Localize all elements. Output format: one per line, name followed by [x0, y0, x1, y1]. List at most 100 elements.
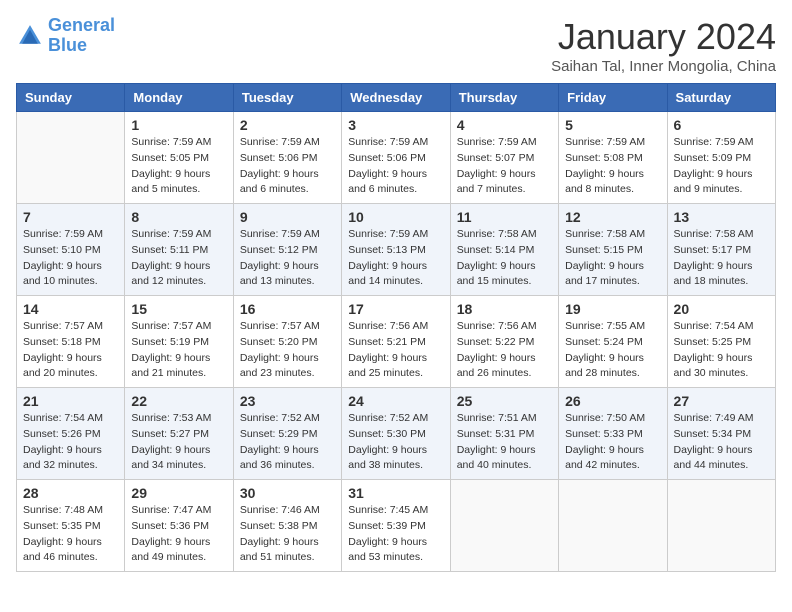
table-row: 15 Sunrise: 7:57 AMSunset: 5:19 PMDayligh… — [125, 296, 233, 388]
day-info: Sunrise: 7:59 AMSunset: 5:06 PMDaylight:… — [348, 135, 443, 198]
day-info: Sunrise: 7:59 AMSunset: 5:08 PMDaylight:… — [565, 135, 660, 198]
day-info: Sunrise: 7:45 AMSunset: 5:39 PMDaylight:… — [348, 503, 443, 566]
table-row: 21 Sunrise: 7:54 AMSunset: 5:26 PMDayligh… — [17, 388, 125, 480]
logo-icon — [16, 22, 44, 50]
table-row: 27 Sunrise: 7:49 AMSunset: 5:34 PMDayligh… — [667, 388, 775, 480]
calendar-week-4: 21 Sunrise: 7:54 AMSunset: 5:26 PMDayligh… — [17, 388, 776, 480]
day-number: 28 — [23, 485, 118, 501]
day-number: 24 — [348, 393, 443, 409]
day-info: Sunrise: 7:59 AMSunset: 5:13 PMDaylight:… — [348, 227, 443, 290]
month-title: January 2024 — [551, 16, 776, 58]
day-number: 29 — [131, 485, 226, 501]
table-row: 30 Sunrise: 7:46 AMSunset: 5:38 PMDayligh… — [233, 480, 341, 572]
day-number: 19 — [565, 301, 660, 317]
day-number: 8 — [131, 209, 226, 225]
table-row: 11 Sunrise: 7:58 AMSunset: 5:14 PMDayligh… — [450, 204, 558, 296]
day-info: Sunrise: 7:56 AMSunset: 5:22 PMDaylight:… — [457, 319, 552, 382]
table-row: 17 Sunrise: 7:56 AMSunset: 5:21 PMDayligh… — [342, 296, 450, 388]
day-info: Sunrise: 7:58 AMSunset: 5:15 PMDaylight:… — [565, 227, 660, 290]
day-number: 16 — [240, 301, 335, 317]
table-row: 14 Sunrise: 7:57 AMSunset: 5:18 PMDayligh… — [17, 296, 125, 388]
day-info: Sunrise: 7:54 AMSunset: 5:25 PMDaylight:… — [674, 319, 769, 382]
day-number: 3 — [348, 117, 443, 133]
header-tuesday: Tuesday — [233, 84, 341, 112]
day-number: 5 — [565, 117, 660, 133]
table-row: 7Sunrise: 7:59 AMSunset: 5:10 PMDaylight… — [17, 204, 125, 296]
table-row: 19 Sunrise: 7:55 AMSunset: 5:24 PMDayligh… — [559, 296, 667, 388]
day-info: Sunrise: 7:52 AMSunset: 5:29 PMDaylight:… — [240, 411, 335, 474]
day-info: Sunrise: 7:56 AMSunset: 5:21 PMDaylight:… — [348, 319, 443, 382]
calendar-table: Sunday Monday Tuesday Wednesday Thursday… — [16, 83, 776, 572]
logo-general: General — [48, 15, 115, 35]
day-number: 14 — [23, 301, 118, 317]
day-info: Sunrise: 7:59 AMSunset: 5:07 PMDaylight:… — [457, 135, 552, 198]
logo: General Blue — [16, 16, 115, 56]
logo-blue: Blue — [48, 36, 115, 56]
day-number: 1 — [131, 117, 226, 133]
day-info: Sunrise: 7:48 AMSunset: 5:35 PMDaylight:… — [23, 503, 118, 566]
table-row: 3 Sunrise: 7:59 AMSunset: 5:06 PMDaylight… — [342, 112, 450, 204]
day-info: Sunrise: 7:59 AMSunset: 5:12 PMDaylight:… — [240, 227, 335, 290]
table-row: 20 Sunrise: 7:54 AMSunset: 5:25 PMDayligh… — [667, 296, 775, 388]
day-info: Sunrise: 7:59 AMSunset: 5:06 PMDaylight:… — [240, 135, 335, 198]
day-number: 15 — [131, 301, 226, 317]
day-number: 10 — [348, 209, 443, 225]
day-number: 7 — [23, 209, 118, 225]
day-number: 20 — [674, 301, 769, 317]
table-row: 28 Sunrise: 7:48 AMSunset: 5:35 PMDayligh… — [17, 480, 125, 572]
day-number: 22 — [131, 393, 226, 409]
table-row: 26Sunrise: 7:50 AMSunset: 5:33 PMDayligh… — [559, 388, 667, 480]
calendar-week-3: 14 Sunrise: 7:57 AMSunset: 5:18 PMDayligh… — [17, 296, 776, 388]
day-info: Sunrise: 7:58 AMSunset: 5:17 PMDaylight:… — [674, 227, 769, 290]
day-info: Sunrise: 7:57 AMSunset: 5:18 PMDaylight:… — [23, 319, 118, 382]
day-number: 11 — [457, 209, 552, 225]
day-info: Sunrise: 7:59 AMSunset: 5:09 PMDaylight:… — [674, 135, 769, 198]
table-row: 5 Sunrise: 7:59 AMSunset: 5:08 PMDaylight… — [559, 112, 667, 204]
day-info: Sunrise: 7:59 AMSunset: 5:05 PMDaylight:… — [131, 135, 226, 198]
day-number: 17 — [348, 301, 443, 317]
day-info: Sunrise: 7:54 AMSunset: 5:26 PMDaylight:… — [23, 411, 118, 474]
day-info: Sunrise: 7:47 AMSunset: 5:36 PMDaylight:… — [131, 503, 226, 566]
table-row — [17, 112, 125, 204]
table-row: 16Sunrise: 7:57 AMSunset: 5:20 PMDayligh… — [233, 296, 341, 388]
header-row: Sunday Monday Tuesday Wednesday Thursday… — [17, 84, 776, 112]
table-row: 13 Sunrise: 7:58 AMSunset: 5:17 PMDayligh… — [667, 204, 775, 296]
table-row: 8 Sunrise: 7:59 AMSunset: 5:11 PMDaylight… — [125, 204, 233, 296]
table-row: 18 Sunrise: 7:56 AMSunset: 5:22 PMDayligh… — [450, 296, 558, 388]
day-info: Sunrise: 7:58 AMSunset: 5:14 PMDaylight:… — [457, 227, 552, 290]
day-info: Sunrise: 7:57 AMSunset: 5:19 PMDaylight:… — [131, 319, 226, 382]
day-info: Sunrise: 7:59 AMSunset: 5:11 PMDaylight:… — [131, 227, 226, 290]
day-number: 27 — [674, 393, 769, 409]
table-row: 6 Sunrise: 7:59 AMSunset: 5:09 PMDaylight… — [667, 112, 775, 204]
day-number: 9 — [240, 209, 335, 225]
table-row: 29 Sunrise: 7:47 AMSunset: 5:36 PMDayligh… — [125, 480, 233, 572]
table-row: 1 Sunrise: 7:59 AMSunset: 5:05 PMDaylight… — [125, 112, 233, 204]
table-row: 12 Sunrise: 7:58 AMSunset: 5:15 PMDayligh… — [559, 204, 667, 296]
day-number: 6 — [674, 117, 769, 133]
table-row: 31 Sunrise: 7:45 AMSunset: 5:39 PMDayligh… — [342, 480, 450, 572]
table-row: 23 Sunrise: 7:52 AMSunset: 5:29 PMDayligh… — [233, 388, 341, 480]
page-header: General Blue January 2024 Saihan Tal, In… — [16, 16, 776, 75]
day-number: 18 — [457, 301, 552, 317]
day-info: Sunrise: 7:50 AMSunset: 5:33 PMDaylight:… — [565, 411, 660, 474]
day-info: Sunrise: 7:49 AMSunset: 5:34 PMDaylight:… — [674, 411, 769, 474]
table-row: 22 Sunrise: 7:53 AMSunset: 5:27 PMDayligh… — [125, 388, 233, 480]
title-block: January 2024 Saihan Tal, Inner Mongolia,… — [551, 16, 776, 75]
day-number: 12 — [565, 209, 660, 225]
day-number: 4 — [457, 117, 552, 133]
day-info: Sunrise: 7:53 AMSunset: 5:27 PMDaylight:… — [131, 411, 226, 474]
day-number: 30 — [240, 485, 335, 501]
table-row — [667, 480, 775, 572]
header-saturday: Saturday — [667, 84, 775, 112]
day-number: 13 — [674, 209, 769, 225]
day-number: 31 — [348, 485, 443, 501]
day-number: 25 — [457, 393, 552, 409]
header-friday: Friday — [559, 84, 667, 112]
day-info: Sunrise: 7:46 AMSunset: 5:38 PMDaylight:… — [240, 503, 335, 566]
day-info: Sunrise: 7:51 AMSunset: 5:31 PMDaylight:… — [457, 411, 552, 474]
table-row: 25 Sunrise: 7:51 AMSunset: 5:31 PMDayligh… — [450, 388, 558, 480]
day-number: 21 — [23, 393, 118, 409]
logo-text: General Blue — [48, 16, 115, 56]
day-number: 23 — [240, 393, 335, 409]
day-info: Sunrise: 7:55 AMSunset: 5:24 PMDaylight:… — [565, 319, 660, 382]
